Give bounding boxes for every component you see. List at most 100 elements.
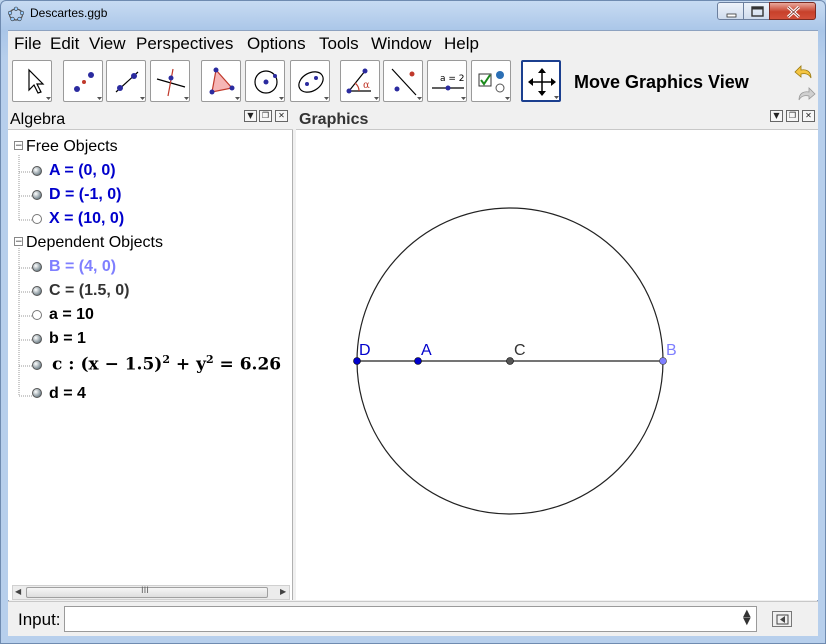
slider-tool-button[interactable]: a = 2 <box>427 60 467 102</box>
angle-icon: α <box>346 68 379 100</box>
circle-eq-body: (x − 1.5) <box>80 354 163 375</box>
checkbox-tool-button[interactable] <box>471 60 511 102</box>
perpendicular-line-icon <box>156 68 189 100</box>
move-view-arrows-icon <box>528 68 559 99</box>
perpendicular-tool-button[interactable] <box>150 60 190 102</box>
close-icon <box>786 5 801 19</box>
ellipse-tool-button[interactable] <box>290 60 330 102</box>
redo-button[interactable] <box>794 84 816 104</box>
algebra-item-d[interactable]: D = (-1, 0) <box>49 186 121 204</box>
undock-icon: ❐ <box>788 111 797 120</box>
visibility-toggle-b-number[interactable] <box>32 334 42 344</box>
move-graphics-view-tool-button[interactable] <box>521 60 561 102</box>
circle-center-point-icon <box>254 70 284 100</box>
label-point-a: A <box>421 342 432 359</box>
circle-eq-mid: + y <box>170 354 206 375</box>
triangle-down-icon: ▼ <box>773 111 780 120</box>
circle-eq-exp2: 2 <box>205 353 214 366</box>
algebra-item-a[interactable]: A = (0, 0) <box>49 162 116 180</box>
line-through-points-icon <box>115 71 145 100</box>
svg-text:α: α <box>363 80 370 91</box>
reflect-tool-button[interactable] <box>383 60 423 102</box>
algebra-item-b-number[interactable]: b = 1 <box>49 330 86 348</box>
maximize-icon <box>751 6 764 17</box>
label-point-c: C <box>514 342 526 359</box>
algebra-item-b-point[interactable]: B = (4, 0) <box>49 258 116 276</box>
move-arrow-icon <box>28 68 51 100</box>
geogebra-app-icon <box>7 6 25 22</box>
close-icon: ✕ <box>805 111 812 120</box>
undock-icon: ❐ <box>261 111 270 120</box>
algebra-item-a-number[interactable]: a = 10 <box>49 306 94 324</box>
graphics-canvas[interactable]: D A C B <box>296 131 818 600</box>
input-history-arrows-icon[interactable]: ▲ ▼ <box>743 609 751 627</box>
scrollbar-grip: III <box>141 586 149 596</box>
free-objects-header: Free Objects <box>26 138 118 155</box>
menu-tools[interactable]: Tools <box>319 34 359 54</box>
svg-text:a = 2: a = 2 <box>440 74 465 84</box>
graphics-close-button[interactable]: ✕ <box>802 110 815 122</box>
algebra-close-button[interactable]: ✕ <box>275 110 288 122</box>
menu-perspectives[interactable]: Perspectives <box>136 34 233 54</box>
minimize-icon <box>726 13 737 18</box>
visibility-toggle-a[interactable] <box>32 166 42 176</box>
maximize-button[interactable] <box>743 2 770 20</box>
undo-button[interactable] <box>794 62 816 82</box>
circle-eq-prefix: c : <box>52 354 75 375</box>
triangle-left-icon <box>776 614 789 625</box>
algebra-menu-button[interactable]: ▼ <box>244 110 257 122</box>
move-tool-button[interactable] <box>12 60 52 102</box>
point-tool-button[interactable] <box>63 60 103 102</box>
input-help-button[interactable] <box>772 611 792 627</box>
scroll-left-arrow-icon[interactable]: ◀ <box>15 587 21 596</box>
scroll-right-arrow-icon[interactable]: ▶ <box>280 587 286 596</box>
collapse-free-objects[interactable]: − <box>14 141 23 151</box>
checkbox-show-hide-icon <box>478 71 510 100</box>
graphics-undock-button[interactable]: ❐ <box>786 110 799 122</box>
visibility-toggle-b-point[interactable] <box>32 262 42 272</box>
new-point-icon <box>74 72 102 100</box>
algebra-item-c-circle[interactable]: c : (x − 1.5)2 + y2 = 6.26 <box>52 353 281 375</box>
triangle-down-icon: ▼ <box>247 111 254 120</box>
visibility-toggle-d[interactable] <box>32 190 42 200</box>
polygon-icon <box>209 67 240 100</box>
point-c[interactable] <box>506 357 514 365</box>
angle-tool-button[interactable]: α <box>340 60 380 102</box>
dependent-objects-header: Dependent Objects <box>26 234 163 251</box>
algebra-item-d-number[interactable]: d = 4 <box>49 385 86 403</box>
menu-file[interactable]: File <box>14 34 41 54</box>
collapse-dependent-objects[interactable]: − <box>14 237 23 247</box>
algebra-item-x[interactable]: X = (10, 0) <box>49 210 124 228</box>
label-point-b: B <box>666 342 677 359</box>
circle-tool-button[interactable] <box>245 60 285 102</box>
polygon-tool-button[interactable] <box>201 60 241 102</box>
algebra-undock-button[interactable]: ❐ <box>259 110 272 122</box>
graphics-menu-button[interactable]: ▼ <box>770 110 783 122</box>
menu-view[interactable]: View <box>89 34 126 54</box>
graphics-view-header <box>296 108 818 130</box>
label-point-d: D <box>359 342 371 359</box>
visibility-toggle-a-number[interactable] <box>32 310 42 320</box>
minimize-button[interactable] <box>717 2 744 20</box>
input-label: Input: <box>18 610 61 629</box>
line-tool-button[interactable] <box>106 60 146 102</box>
visibility-toggle-x[interactable] <box>32 214 42 224</box>
menu-edit[interactable]: Edit <box>50 34 79 54</box>
visibility-toggle-d-number[interactable] <box>32 388 42 398</box>
circle-eq-rhs: = 6.26 <box>213 354 282 375</box>
menu-options[interactable]: Options <box>247 34 306 54</box>
menu-window[interactable]: Window <box>371 34 431 54</box>
redo-icon <box>798 87 816 101</box>
close-button[interactable] <box>769 2 816 20</box>
window-title: Descartes.ggb <box>30 6 108 20</box>
undo-icon <box>794 65 812 79</box>
circle-eq-exp1: 2 <box>162 353 171 366</box>
title-bar[interactable] <box>0 0 826 28</box>
visibility-toggle-c-circle[interactable] <box>32 360 42 370</box>
algebra-view-title: Algebra <box>10 111 66 128</box>
active-tool-name: Move Graphics View <box>574 72 749 92</box>
algebra-item-c-point[interactable]: C = (1.5, 0) <box>49 282 129 300</box>
visibility-toggle-c-point[interactable] <box>32 286 42 296</box>
input-field[interactable] <box>64 606 757 632</box>
menu-help[interactable]: Help <box>444 34 479 54</box>
